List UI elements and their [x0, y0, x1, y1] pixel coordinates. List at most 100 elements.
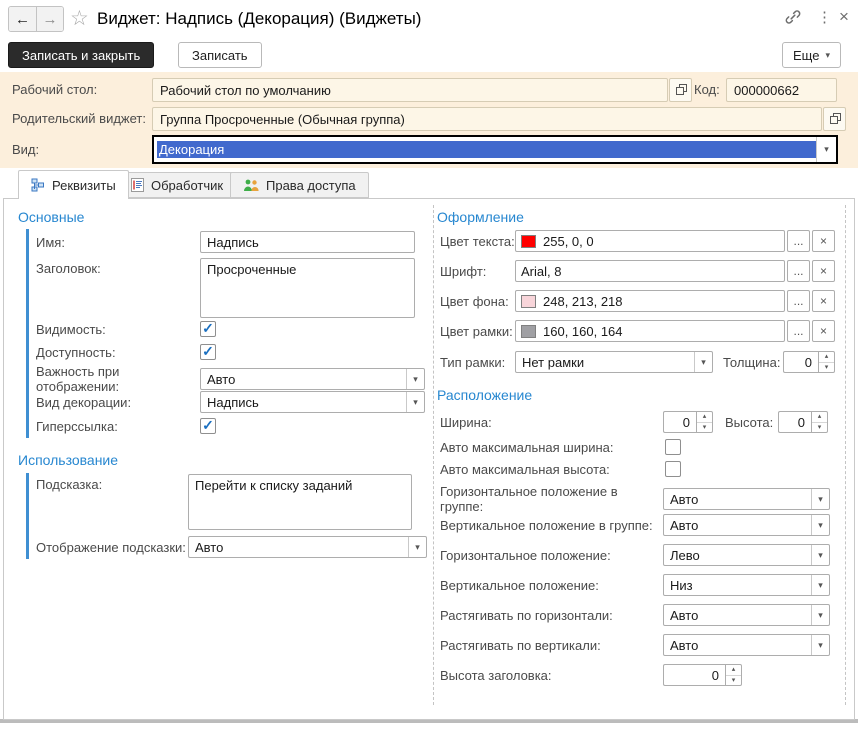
open-icon[interactable] — [669, 78, 692, 102]
chevron-down-icon[interactable]: ▾ — [406, 369, 424, 389]
h-position-in-group-select[interactable]: Авто ▾ — [663, 488, 830, 510]
stretch-vertical-label: Растягивать по вертикали: — [440, 638, 663, 653]
bg-color-field[interactable]: 248, 213, 218 — [515, 290, 785, 312]
section-title-placement: Расположение — [437, 387, 532, 403]
thickness-spinner[interactable]: 0 ▴ ▾ — [783, 351, 835, 373]
name-input[interactable]: Надпись — [200, 231, 415, 253]
text-color-field[interactable]: 255, 0, 0 — [515, 230, 785, 252]
kebab-menu-icon[interactable]: ⋮ — [817, 8, 832, 26]
tab-handler-label: Обработчик — [151, 178, 223, 193]
clear-button[interactable]: × — [812, 320, 835, 342]
spin-up-icon[interactable]: ▴ — [819, 352, 834, 363]
spin-up-icon[interactable]: ▴ — [726, 665, 741, 676]
border-color-value: 160, 160, 164 — [543, 324, 623, 339]
clear-button[interactable]: × — [812, 290, 835, 312]
visibility-checkbox[interactable]: ✓ — [200, 321, 216, 337]
chevron-down-icon[interactable]: ▾ — [811, 489, 829, 509]
more-button[interactable]: Еще ▾ — [782, 42, 841, 68]
caption-textarea[interactable]: Просроченные — [200, 258, 415, 318]
close-icon[interactable]: × — [839, 7, 849, 27]
stretch-vertical-select[interactable]: Авто ▾ — [663, 634, 830, 656]
open-icon[interactable] — [823, 107, 846, 131]
spin-down-icon[interactable]: ▾ — [819, 363, 834, 373]
group-bar — [26, 473, 29, 559]
spin-up-icon[interactable]: ▴ — [812, 412, 827, 423]
stretch-horizontal-select[interactable]: Авто ▾ — [663, 604, 830, 626]
font-field[interactable]: Arial, 8 — [515, 260, 785, 282]
spin-up-icon[interactable]: ▴ — [697, 412, 712, 423]
bg-color-value: 248, 213, 218 — [543, 294, 623, 309]
spin-down-icon[interactable]: ▾ — [697, 423, 712, 433]
code-label: Код: — [694, 82, 720, 97]
v-position-in-group-select[interactable]: Авто ▾ — [663, 514, 830, 536]
forward-button[interactable]: → — [36, 7, 63, 31]
thickness-value: 0 — [783, 351, 818, 373]
code-field[interactable]: 000000662 — [726, 78, 837, 102]
choose-button[interactable]: ... — [787, 290, 810, 312]
parent-widget-field[interactable]: Группа Просроченные (Обычная группа) — [152, 107, 822, 131]
tooltip-textarea[interactable]: Перейти к списку заданий — [188, 474, 412, 530]
auto-max-height-checkbox[interactable] — [665, 461, 681, 477]
spin-down-icon[interactable]: ▾ — [726, 676, 741, 686]
chevron-down-icon[interactable]: ▾ — [811, 605, 829, 625]
right-edge-separator — [845, 205, 846, 705]
choose-button[interactable]: ... — [787, 230, 810, 252]
chevron-down-icon[interactable]: ▾ — [811, 545, 829, 565]
save-button[interactable]: Записать — [178, 42, 262, 68]
width-spinner[interactable]: 0 ▴ ▾ — [663, 411, 713, 433]
section-title-appearance: Оформление — [437, 209, 524, 225]
border-color-swatch — [521, 325, 536, 338]
v-position-in-group-label: Вертикальное положение в группе: — [440, 518, 663, 533]
chevron-down-icon[interactable]: ▾ — [406, 392, 424, 412]
desktop-value: Рабочий стол по умолчанию — [160, 83, 331, 98]
height-label: Высота: — [725, 415, 778, 430]
choose-button[interactable]: ... — [787, 320, 810, 342]
tab-handler[interactable]: Обработчик — [118, 172, 236, 198]
favorite-star-icon[interactable]: ☆ — [70, 6, 89, 31]
clear-button[interactable]: × — [812, 230, 835, 252]
h-position-select[interactable]: Лево ▾ — [663, 544, 830, 566]
spin-down-icon[interactable]: ▾ — [812, 423, 827, 433]
accessibility-checkbox[interactable]: ✓ — [200, 344, 216, 360]
height-spinner[interactable]: 0 ▴ ▾ — [778, 411, 828, 433]
v-position-select[interactable]: Низ ▾ — [663, 574, 830, 596]
group-bar — [26, 229, 29, 438]
v-position-value: Низ — [664, 578, 811, 593]
border-type-select[interactable]: Нет рамки ▾ — [515, 351, 713, 373]
importance-select[interactable]: Авто ▾ — [200, 368, 425, 390]
choose-button[interactable]: ... — [787, 260, 810, 282]
kind-select[interactable]: Декорация ▾ — [152, 135, 838, 164]
auto-max-width-checkbox[interactable] — [665, 439, 681, 455]
decoration-kind-label: Вид декорации: — [36, 395, 200, 410]
link-icon[interactable] — [784, 8, 802, 26]
chevron-down-icon: ▾ — [825, 50, 830, 61]
widget-form-window: ← → ☆ Виджет: Надпись (Декорация) (Видже… — [0, 0, 858, 733]
decoration-kind-select[interactable]: Надпись ▾ — [200, 391, 425, 413]
tab-attributes[interactable]: Реквизиты — [18, 170, 129, 199]
clear-button[interactable]: × — [812, 260, 835, 282]
chevron-down-icon[interactable]: ▾ — [811, 635, 829, 655]
back-button[interactable]: ← — [9, 7, 36, 31]
tooltip-display-select[interactable]: Авто ▾ — [188, 536, 427, 558]
auto-max-width-label: Авто максимальная ширина: — [440, 440, 665, 455]
tab-access-rights[interactable]: Права доступа — [230, 172, 369, 198]
chevron-down-icon[interactable]: ▾ — [694, 352, 712, 372]
stretch-vertical-value: Авто — [664, 638, 811, 653]
border-color-label: Цвет рамки: — [440, 324, 515, 339]
desktop-field[interactable]: Рабочий стол по умолчанию — [152, 78, 668, 102]
chevron-down-icon[interactable]: ▾ — [816, 137, 836, 162]
bg-color-label: Цвет фона: — [440, 294, 515, 309]
tooltip-value: Перейти к списку заданий — [195, 478, 352, 493]
tooltip-label: Подсказка: — [36, 474, 188, 492]
caption-height-spinner[interactable]: 0 ▴ ▾ — [663, 664, 742, 686]
more-button-label: Еще — [793, 48, 819, 63]
hyperlink-checkbox[interactable]: ✓ — [200, 418, 216, 434]
chevron-down-icon[interactable]: ▾ — [408, 537, 426, 557]
chevron-down-icon[interactable]: ▾ — [811, 575, 829, 595]
auto-max-height-label: Авто максимальная высота: — [440, 462, 665, 477]
kind-label: Вид: — [12, 142, 39, 157]
accessibility-label: Доступность: — [36, 345, 200, 360]
save-and-close-button[interactable]: Записать и закрыть — [8, 42, 154, 68]
chevron-down-icon[interactable]: ▾ — [811, 515, 829, 535]
border-color-field[interactable]: 160, 160, 164 — [515, 320, 785, 342]
